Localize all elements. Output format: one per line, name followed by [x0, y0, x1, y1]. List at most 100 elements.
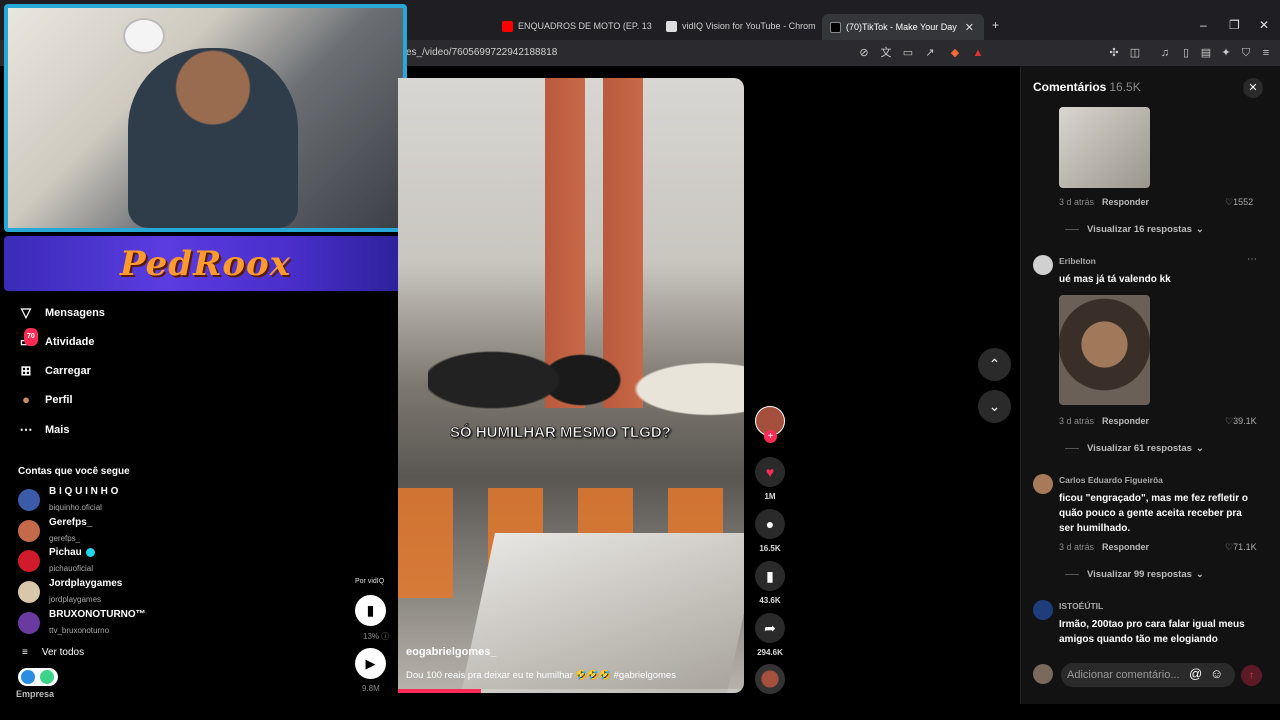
sidebar-item-messages[interactable]: ▽ Mensagens	[18, 302, 105, 324]
extension-pill[interactable]	[18, 668, 58, 686]
play-count-button[interactable]: ▶	[355, 648, 386, 679]
bookmark-icon: ▮	[766, 568, 774, 584]
reply-button[interactable]: Responder	[1102, 542, 1149, 552]
no-tracking-icon[interactable]: ⊘	[857, 46, 871, 60]
new-tab-button[interactable]: +	[992, 18, 999, 32]
tab-tiktok[interactable]: (70)TikTok - Make Your Day ✕	[822, 14, 984, 40]
empresa-link[interactable]: Empresa	[16, 689, 54, 699]
ai-icon[interactable]: ✦	[1219, 46, 1233, 60]
reply-button[interactable]: Responder	[1102, 416, 1149, 426]
sidebar-item-profile[interactable]: ● Perfil	[18, 389, 72, 411]
menu-icon[interactable]: ≡	[1259, 46, 1273, 60]
sidebar-item-activity[interactable]: ▭70 Atividade	[18, 328, 95, 353]
streamer-image	[128, 48, 298, 228]
view-replies-button[interactable]: Visualizar 99 respostas ⌄	[1065, 569, 1204, 580]
mention-icon[interactable]: @	[1189, 666, 1202, 681]
like-count: 1M	[764, 492, 776, 501]
avatar[interactable]	[1033, 474, 1053, 494]
comment-image[interactable]	[1059, 107, 1150, 188]
comment-like[interactable]: ♡1552	[1225, 197, 1253, 208]
comment-username[interactable]: Eribelton	[1059, 256, 1096, 266]
tab-vidiq[interactable]: vidIQ Vision for YouTube - Chrome W	[666, 16, 816, 36]
following-item[interactable]: Jordplaygames jordplaygames	[18, 578, 122, 605]
follow-plus-icon[interactable]: +	[764, 430, 777, 443]
upload-icon: ⊞	[20, 363, 32, 378]
video-progress[interactable]	[398, 689, 744, 693]
maximize-button[interactable]: ❐	[1229, 18, 1240, 32]
view-replies-button[interactable]: Visualizar 16 respostas ⌄	[1065, 224, 1204, 235]
minimize-button[interactable]: –	[1200, 18, 1207, 32]
tiktok-icon	[830, 21, 841, 33]
sidebar-item-upload[interactable]: ⊞ Carregar	[18, 360, 91, 382]
avatar[interactable]	[1033, 255, 1053, 275]
comment-username[interactable]: ISTOÉÚTIL	[1059, 601, 1103, 611]
video-author[interactable]: eogabrielgomes_	[406, 646, 496, 658]
vidiq-label: Por vidIQ	[355, 578, 385, 585]
vidiq-stats-button[interactable]: ▮	[355, 595, 386, 626]
screenshot-icon[interactable]: ◫	[1128, 46, 1142, 60]
sidebar-icon[interactable]: ▯	[1179, 46, 1193, 60]
avatar[interactable]	[1033, 600, 1053, 620]
heart-outline-icon: ♡	[1225, 542, 1234, 552]
extensions-icon[interactable]: ✣	[1107, 46, 1121, 60]
view-replies-button[interactable]: Visualizar 61 respostas ⌄	[1065, 443, 1204, 454]
rewards-icon[interactable]: ▲	[971, 46, 985, 60]
avatar	[18, 581, 40, 603]
table-image	[460, 533, 744, 693]
media-icon[interactable]: ♫	[1158, 46, 1172, 60]
brave-shield-icon[interactable]: ◆	[948, 46, 962, 60]
tab-youtube[interactable]: ENQUADROS DE MOTO (EP. 131) - Yo	[502, 16, 652, 36]
reply-button[interactable]: Responder	[1102, 197, 1149, 207]
save-button[interactable]: ▮	[755, 561, 785, 591]
like-button[interactable]: ♥	[755, 457, 785, 487]
share-icon[interactable]: ↗	[923, 46, 937, 60]
video-player[interactable]: SÓ HUMILHAR MESMO TLGD? eogabrielgomes_ …	[398, 78, 744, 693]
translate-icon[interactable]: 文	[879, 46, 893, 60]
close-window-button[interactable]: ✕	[1259, 18, 1269, 32]
emoji-icon[interactable]: ☺	[1210, 666, 1223, 681]
taskbar-edge	[0, 704, 1280, 720]
following-item[interactable]: BRUXONOTURNO™ ttv_bruxonoturno	[18, 609, 146, 636]
close-tab-icon[interactable]: ✕	[965, 21, 974, 34]
next-video-button[interactable]: ⌄	[978, 390, 1011, 423]
vpn-icon[interactable]: ⛉	[1239, 46, 1253, 60]
comment-username[interactable]: Carlos Eduardo Figueirôa	[1059, 475, 1163, 485]
share-button[interactable]: ➦	[755, 613, 785, 643]
video-description: Dou 100 reais pra deixar eu te humilhar …	[406, 670, 676, 681]
tab-label: vidIQ Vision for YouTube - Chrome W	[682, 21, 816, 31]
url-text[interactable]: es_/video/7605699722942188818	[406, 47, 557, 58]
comment-like[interactable]: ♡71.1K	[1225, 542, 1257, 553]
comment-meta: 3 d atrás Responder	[1059, 197, 1150, 207]
share-arrow-icon: ➦	[764, 620, 776, 636]
comment-button[interactable]: ●	[755, 509, 785, 539]
sidebar-item-more[interactable]: ⋯ Mais	[18, 419, 70, 441]
video-progress-fill	[398, 689, 482, 693]
wallet-icon[interactable]: ▤	[1199, 46, 1213, 60]
send-comment-button[interactable]: ↑	[1241, 665, 1262, 686]
close-comments-button[interactable]: ✕	[1243, 78, 1263, 98]
arrow-up-icon: ↑	[1249, 670, 1254, 681]
comment-count: 16.5K	[759, 544, 781, 553]
sidebar-item-label: Mais	[45, 424, 70, 436]
chrome-store-icon	[666, 20, 677, 32]
comment-meta: 3 d atrás Responder	[1059, 542, 1150, 552]
see-all-link[interactable]: ≡ Ver todos	[22, 647, 84, 658]
cast-icon[interactable]: ▭	[901, 46, 915, 60]
comment-meta: 3 d atrás Responder	[1059, 416, 1150, 426]
extension-icon	[40, 670, 54, 684]
comment-like[interactable]: ♡39.1K	[1225, 416, 1257, 427]
following-item[interactable]: Pichau pichauoficial	[18, 547, 95, 574]
extension-icon	[21, 670, 35, 684]
comment-input[interactable]	[1061, 663, 1235, 687]
tab-label: (70)TikTok - Make Your Day	[846, 22, 957, 32]
music-disc-icon[interactable]	[755, 664, 785, 694]
more-options-icon[interactable]: ⋯	[1247, 254, 1257, 265]
following-handle: jordplaygames	[49, 594, 102, 604]
comment-image[interactable]	[1059, 295, 1150, 405]
avatar	[18, 520, 40, 542]
previous-video-button[interactable]: ⌃	[978, 348, 1011, 381]
following-item[interactable]: B I Q U I N H O biquinho.oficial	[18, 486, 118, 513]
following-item[interactable]: Gerefps_ gerefps_	[18, 517, 92, 544]
inbox-icon: ▭70	[18, 328, 38, 350]
sidebar-item-label: Mensagens	[45, 307, 105, 319]
